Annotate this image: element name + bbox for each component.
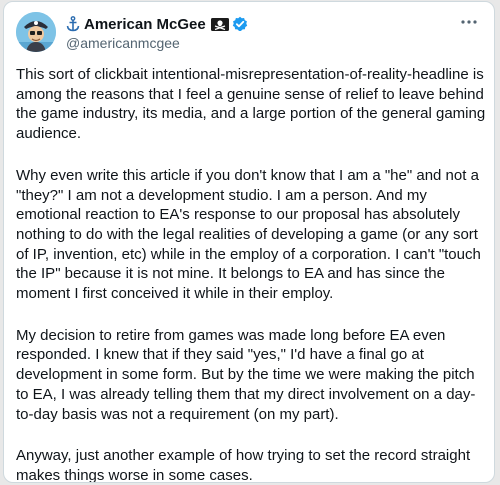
- display-name-row[interactable]: American McGee: [66, 15, 248, 33]
- tweet-paragraph-2: Why even write this article if you don't…: [16, 166, 481, 303]
- tweet-paragraph-4: Anyway, just another example of how tryi…: [16, 447, 471, 483]
- tweet-header: American McGee @americanmcgee: [16, 12, 482, 52]
- avatar-image: [16, 12, 56, 52]
- tweet-paragraph-3: My decision to retire from games was mad…: [16, 326, 476, 423]
- more-dots-icon: [461, 20, 477, 24]
- author-handle[interactable]: @americanmcgee: [66, 35, 248, 51]
- tweet-text: This sort of clickbait intentional-misre…: [16, 65, 488, 483]
- pirate-flag-icon: [210, 17, 229, 31]
- tweet-paragraph-1: This sort of clickbait intentional-misre…: [16, 66, 486, 143]
- display-name[interactable]: American McGee: [84, 16, 206, 33]
- author-names: American McGee @americanmcgee: [66, 15, 248, 51]
- avatar[interactable]: [16, 12, 56, 52]
- more-options-button[interactable]: [458, 12, 480, 32]
- tweet-card: American McGee @americanmcgee This sort …: [3, 1, 495, 483]
- anchor-icon: [66, 16, 80, 32]
- verified-badge-icon: [232, 16, 248, 32]
